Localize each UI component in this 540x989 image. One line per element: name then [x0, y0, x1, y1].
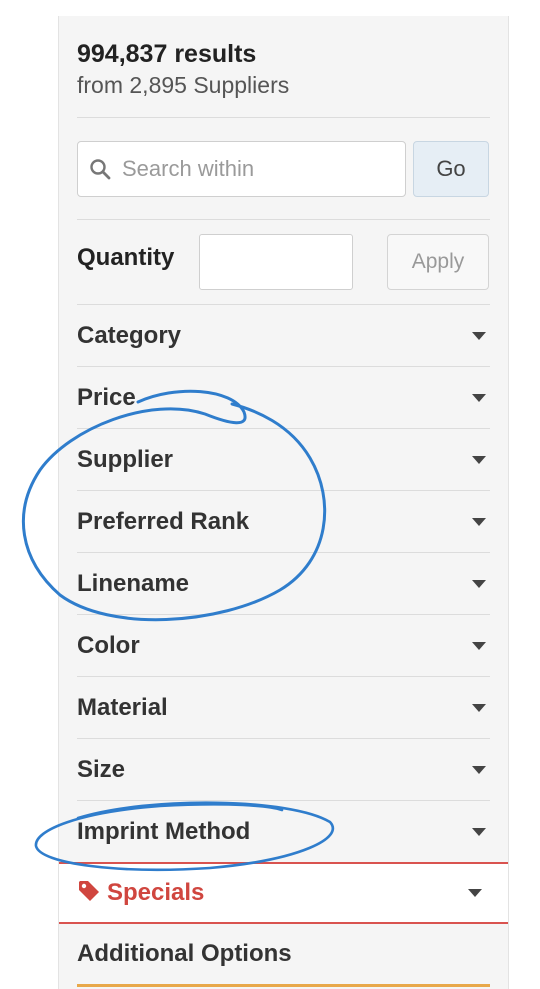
- facet-label: Supplier: [77, 445, 174, 473]
- quantity-label: Quantity: [77, 244, 175, 271]
- facet-linename[interactable]: Linename: [77, 552, 490, 614]
- caret-down-icon: [472, 827, 486, 836]
- facet-specials[interactable]: Specials: [59, 862, 508, 924]
- additional-options-label: Additional Options: [77, 940, 292, 967]
- facet-label: Category: [77, 321, 182, 349]
- results-count-label: results: [174, 40, 257, 68]
- specials-label: Specials: [107, 879, 205, 906]
- results-summary: 994,837 results from 2,895 Suppliers: [77, 38, 490, 100]
- results-count: 994,837 results: [77, 38, 490, 70]
- search-input[interactable]: [122, 156, 392, 182]
- facet-label: Material: [77, 693, 168, 721]
- caret-down-icon: [472, 455, 486, 464]
- apply-button[interactable]: Apply: [387, 234, 489, 290]
- facet-material[interactable]: Material: [77, 676, 490, 738]
- facet-list: Category Price Supplier Preferred Rank L…: [59, 304, 508, 987]
- caret-down-icon: [472, 579, 486, 588]
- facet-size[interactable]: Size: [77, 738, 490, 800]
- facet-label: Color: [77, 631, 140, 659]
- facet-supplier[interactable]: Supplier: [77, 428, 490, 490]
- facet-label: Price: [77, 383, 136, 411]
- caret-down-icon: [468, 889, 482, 897]
- caret-down-icon: [472, 393, 486, 402]
- divider: [77, 219, 490, 220]
- facet-imprint-method[interactable]: Imprint Method: [77, 800, 490, 862]
- search-icon: [78, 158, 122, 180]
- caret-down-icon: [472, 703, 486, 712]
- search-box[interactable]: [77, 141, 406, 197]
- filter-sidebar: 994,837 results from 2,895 Suppliers Go …: [58, 16, 509, 989]
- facet-preferred-rank[interactable]: Preferred Rank: [77, 490, 490, 552]
- facet-price[interactable]: Price: [77, 366, 490, 428]
- facet-color[interactable]: Color: [77, 614, 490, 676]
- additional-options[interactable]: Additional Options: [77, 924, 490, 984]
- facet-label: Linename: [77, 569, 190, 597]
- facet-label: Preferred Rank: [77, 507, 250, 535]
- tag-icon: [77, 879, 101, 908]
- facet-label: Size: [77, 755, 126, 783]
- caret-down-icon: [472, 765, 486, 774]
- facet-label: Imprint Method: [77, 817, 251, 845]
- quantity-input[interactable]: [199, 234, 353, 290]
- divider: [77, 117, 490, 118]
- caret-down-icon: [472, 641, 486, 650]
- go-button[interactable]: Go: [413, 141, 489, 197]
- caret-down-icon: [472, 331, 486, 340]
- results-count-number: 994,837: [77, 40, 168, 68]
- suppliers-count: from 2,895 Suppliers: [77, 72, 290, 98]
- facet-category[interactable]: Category: [77, 304, 490, 366]
- divider: [77, 984, 490, 987]
- caret-down-icon: [472, 517, 486, 526]
